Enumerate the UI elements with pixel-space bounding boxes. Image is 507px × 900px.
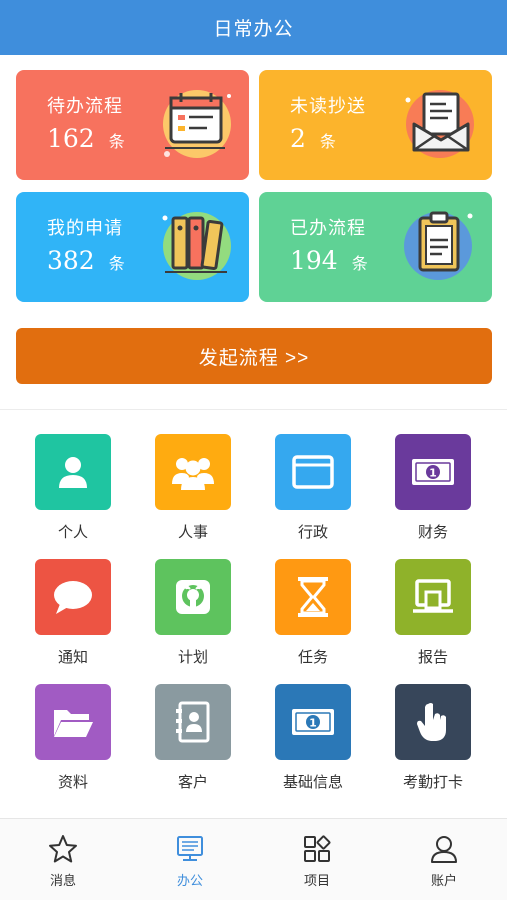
card-count-row: 162 条	[47, 124, 125, 153]
card-my-applications[interactable]: 我的申请 382 条	[16, 192, 249, 302]
tab-label: 账户	[430, 874, 457, 889]
card-unit: 条	[351, 254, 368, 273]
money-icon: 1	[395, 434, 471, 510]
grid-label: 通知	[57, 648, 88, 666]
svg-text:1: 1	[309, 717, 317, 730]
card-title: 未读抄送	[290, 96, 366, 117]
tab-label: 办公	[176, 874, 203, 889]
star-icon	[46, 832, 80, 866]
grid-label: 任务	[297, 648, 328, 666]
chat-bubble-icon	[35, 559, 111, 635]
card-count: 162	[47, 124, 95, 153]
money-icon: 1	[275, 684, 351, 760]
card-count-row: 2 条	[290, 124, 336, 153]
card-title: 待办流程	[47, 96, 123, 117]
grid-label: 计划	[177, 648, 208, 666]
tab-projects[interactable]: 项目	[254, 819, 380, 900]
monitor-icon	[395, 559, 471, 635]
envelope-icon	[405, 90, 474, 158]
tab-messages[interactable]: 消息	[0, 819, 126, 900]
grid-label: 考勤打卡	[402, 773, 463, 791]
card-done-flow[interactable]: 已办流程 194 条	[259, 192, 492, 302]
page-title: 日常办公	[213, 18, 294, 40]
grid-item-task[interactable]: 任务	[258, 559, 368, 679]
svg-text:1: 1	[429, 467, 437, 480]
tab-label: 项目	[303, 874, 330, 889]
card-count: 194	[290, 246, 338, 275]
group-icon	[155, 434, 231, 510]
start-flow-label: 发起流程 >>	[198, 347, 310, 369]
grid-label: 资料	[57, 773, 88, 791]
grid-item-personal[interactable]: 个人	[18, 434, 128, 554]
grid-label: 基础信息	[282, 773, 343, 791]
window-icon	[275, 434, 351, 510]
grid-label: 报告	[417, 648, 448, 666]
grid-item-basic-info[interactable]: 1 基础信息	[258, 684, 368, 804]
grid-item-notice[interactable]: 通知	[18, 559, 128, 679]
binders-icon	[162, 212, 231, 280]
hourglass-icon	[275, 559, 351, 635]
card-count: 2	[290, 124, 306, 153]
grid-item-plan[interactable]: 计划	[138, 559, 248, 679]
grid-label: 财务	[417, 523, 448, 541]
app-header: 日常办公	[0, 0, 507, 55]
grid-label: 人事	[177, 523, 208, 541]
person-icon	[35, 434, 111, 510]
card-count-row: 194 条	[290, 246, 368, 275]
grid-item-finance[interactable]: 1 财务	[378, 434, 488, 554]
card-unit: 条	[108, 254, 125, 273]
card-pending-flow[interactable]: 待办流程 162 条	[16, 70, 249, 180]
grid-label: 客户	[177, 773, 208, 791]
tab-label: 消息	[49, 874, 76, 889]
grid-item-report[interactable]: 报告	[378, 559, 488, 679]
grid-label: 行政	[297, 523, 328, 541]
grid-item-materials[interactable]: 资料	[18, 684, 128, 804]
user-icon	[427, 832, 461, 866]
grid-item-attendance[interactable]: 考勤打卡	[378, 684, 488, 804]
pointer-hand-icon	[395, 684, 471, 760]
grid-label: 个人	[57, 523, 88, 541]
tab-office[interactable]: 办公	[127, 819, 253, 900]
card-unread-cc[interactable]: 未读抄送 2 条	[259, 70, 492, 180]
card-unit: 条	[108, 132, 125, 151]
card-unit: 条	[319, 132, 336, 151]
grid-item-customers[interactable]: 客户	[138, 684, 248, 804]
module-grid: 个人 人事 行政 1 财务 通知 计划 任务 报告 资料 客户 1 基础信息 考…	[0, 410, 507, 815]
bottom-tab-bar: 消息 办公 项目 账户	[0, 818, 507, 900]
card-title: 已办流程	[290, 218, 366, 239]
start-flow-button[interactable]: 发起流程 >>	[16, 328, 492, 384]
summary-section: 待办流程 162 条 未读抄送 2 条 我的申请 382 条 已办流程 194 …	[0, 55, 507, 410]
card-count: 382	[47, 246, 95, 275]
clipboard-icon	[404, 211, 473, 280]
grid-item-admin[interactable]: 行政	[258, 434, 368, 554]
desktop-icon	[173, 832, 207, 866]
calendar-icon	[163, 90, 231, 158]
github-icon	[155, 559, 231, 635]
tab-account[interactable]: 账户	[381, 819, 507, 900]
contacts-icon	[155, 684, 231, 760]
card-count-row: 382 条	[47, 246, 125, 275]
folder-icon	[35, 684, 111, 760]
grid-item-hr[interactable]: 人事	[138, 434, 248, 554]
card-title: 我的申请	[47, 218, 123, 239]
apps-icon	[300, 832, 334, 866]
